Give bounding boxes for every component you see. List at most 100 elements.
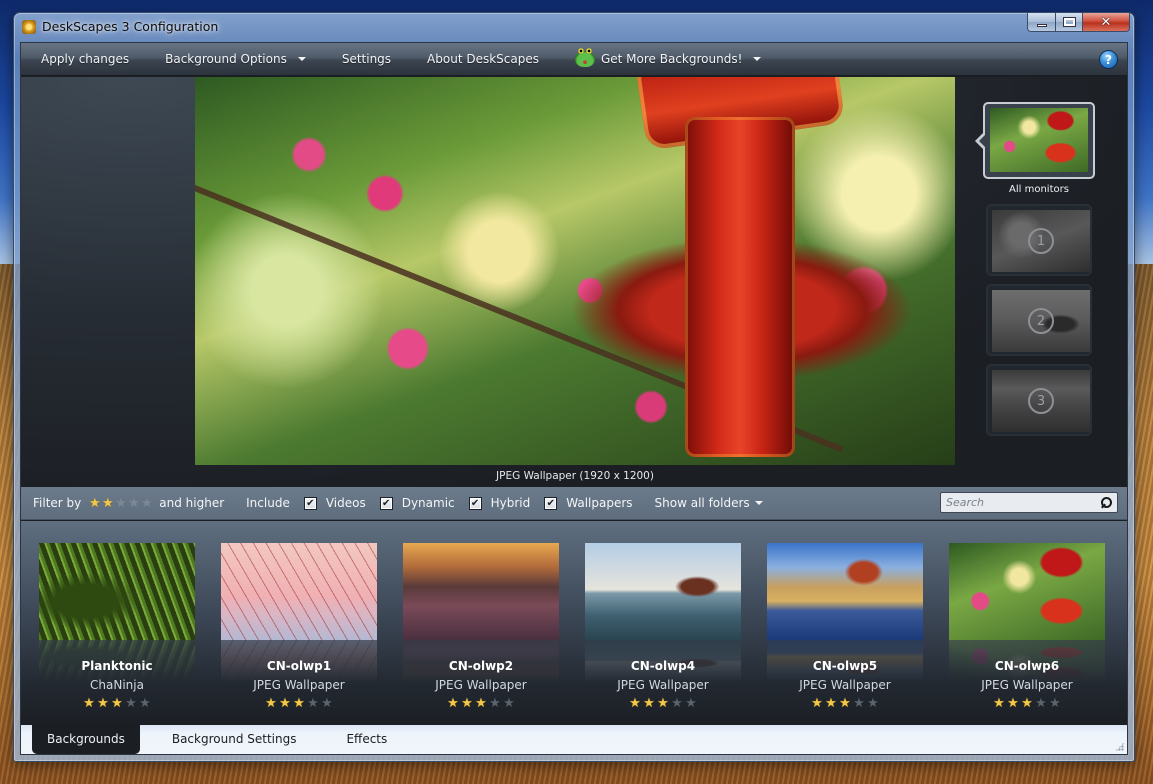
frog-icon <box>574 48 595 67</box>
checkbox-check-icon[interactable]: ✔ <box>468 496 482 510</box>
search-icon[interactable] <box>1101 497 1112 508</box>
preview-firecracker-decoration <box>685 117 795 457</box>
star-icon[interactable]: ★ <box>656 697 670 710</box>
hybrid-checkbox[interactable]: ✔ Hybrid <box>468 496 530 510</box>
wallpapers-checkbox[interactable]: ✔ Wallpapers <box>544 496 633 510</box>
star-icon[interactable]: ★ <box>446 697 460 710</box>
tab-background-settings[interactable]: Background Settings <box>154 724 315 754</box>
star-icon[interactable]: ★ <box>124 697 138 710</box>
star-icon[interactable]: ★ <box>320 697 334 710</box>
search-input[interactable] <box>946 496 1101 509</box>
menubar: Apply changes Background Options Setting… <box>21 43 1127 76</box>
help-button[interactable]: ? <box>1099 50 1118 69</box>
client-area: Apply changes Background Options Setting… <box>20 42 1128 755</box>
menu-settings[interactable]: Settings <box>324 43 409 76</box>
star-icon[interactable]: ★ <box>82 697 96 710</box>
star-icon[interactable]: ★ <box>642 697 656 710</box>
folders-label: Show all folders <box>654 496 750 510</box>
checkbox-check-icon[interactable]: ✔ <box>303 496 317 510</box>
star-icon[interactable]: ★ <box>264 697 278 710</box>
background-thumbnail <box>39 543 195 640</box>
background-rating[interactable]: ★ ★ ★ ★ ★ <box>949 697 1105 710</box>
maximize-button[interactable] <box>1056 13 1083 32</box>
star-icon[interactable]: ★ <box>1020 697 1034 710</box>
star-icon[interactable]: ★ <box>502 697 516 710</box>
menu-about-deskscapes[interactable]: About DeskScapes <box>409 43 557 76</box>
minimize-button[interactable] <box>1027 13 1056 32</box>
app-window: DeskScapes 3 Configuration ✕ Apply chang… <box>13 12 1135 762</box>
star-icon[interactable]: ★ <box>684 697 698 710</box>
minimize-icon <box>1036 23 1047 27</box>
star-icon[interactable]: ★ <box>1034 697 1048 710</box>
tab-backgrounds[interactable]: Backgrounds <box>32 724 140 754</box>
checkbox-check-icon[interactable]: ✔ <box>379 496 393 510</box>
star-icon[interactable]: ★ <box>460 697 474 710</box>
background-subtitle: JPEG Wallpaper <box>799 678 891 692</box>
star-icon[interactable]: ★ <box>1006 697 1020 710</box>
monitor-all-thumbnail <box>990 108 1088 172</box>
menu-label: Settings <box>341 52 392 66</box>
background-rating[interactable]: ★ ★ ★ ★ ★ <box>221 697 377 710</box>
star-icon[interactable]: ★ <box>127 497 140 510</box>
background-rating[interactable]: ★ ★ ★ ★ ★ <box>585 697 741 710</box>
background-card[interactable]: CN-olwp4 JPEG Wallpaper ★ ★ ★ ★ ★ <box>585 543 741 710</box>
bottom-tab-bar: Backgrounds Background Settings Effects <box>21 724 1127 754</box>
star-icon[interactable]: ★ <box>628 697 642 710</box>
background-card[interactable]: CN-olwp6 JPEG Wallpaper ★ ★ ★ ★ ★ <box>949 543 1105 710</box>
star-icon[interactable]: ★ <box>992 697 1006 710</box>
background-title: CN-olwp5 <box>812 659 878 673</box>
backgrounds-gallery: Planktonic ChaNinja ★ ★ ★ ★ ★ CN-olwp1 JPEG Wall… <box>21 521 1127 729</box>
star-icon[interactable]: ★ <box>306 697 320 710</box>
menu-background-options[interactable]: Background Options <box>147 43 324 76</box>
star-icon[interactable]: ★ <box>96 697 110 710</box>
star-icon[interactable]: ★ <box>292 697 306 710</box>
star-icon[interactable]: ★ <box>1048 697 1062 710</box>
star-icon[interactable]: ★ <box>88 497 101 510</box>
monitor-thumbnail: 2 <box>992 290 1090 352</box>
background-card[interactable]: CN-olwp1 JPEG Wallpaper ★ ★ ★ ★ ★ <box>221 543 377 710</box>
monitor-number-badge: 3 <box>1028 388 1054 414</box>
background-card[interactable]: Planktonic ChaNinja ★ ★ ★ ★ ★ <box>39 543 195 710</box>
menu-apply-changes[interactable]: Apply changes <box>21 43 147 76</box>
videos-checkbox[interactable]: ✔ Videos <box>303 496 366 510</box>
star-icon[interactable]: ★ <box>114 497 127 510</box>
tab-effects[interactable]: Effects <box>328 724 405 754</box>
star-icon[interactable]: ★ <box>810 697 824 710</box>
star-icon[interactable]: ★ <box>824 697 838 710</box>
chevron-down-icon <box>754 501 763 505</box>
monitor-number-badge: 2 <box>1028 308 1054 334</box>
background-rating[interactable]: ★ ★ ★ ★ ★ <box>39 697 195 710</box>
close-button[interactable]: ✕ <box>1083 13 1130 32</box>
star-icon[interactable]: ★ <box>101 497 114 510</box>
star-icon[interactable]: ★ <box>138 697 152 710</box>
star-icon[interactable]: ★ <box>838 697 852 710</box>
background-thumbnail <box>767 543 923 640</box>
monitor-2-button[interactable]: 2 <box>986 284 1092 356</box>
monitor-all-button[interactable] <box>975 102 1095 179</box>
show-all-folders-dropdown[interactable]: Show all folders <box>655 496 763 510</box>
monitor-all-label: All monitors <box>1009 184 1069 195</box>
star-icon[interactable]: ★ <box>110 697 124 710</box>
window-title: DeskScapes 3 Configuration <box>42 19 219 34</box>
background-rating[interactable]: ★ ★ ★ ★ ★ <box>767 697 923 710</box>
checkbox-check-icon[interactable]: ✔ <box>544 496 558 510</box>
monitor-3-button[interactable]: 3 <box>986 364 1092 436</box>
tab-label: Background Settings <box>171 732 297 746</box>
star-icon[interactable]: ★ <box>866 697 880 710</box>
resize-grip[interactable] <box>1115 742 1124 751</box>
star-icon[interactable]: ★ <box>278 697 292 710</box>
star-icon[interactable]: ★ <box>852 697 866 710</box>
preview-caption: JPEG Wallpaper (1920 x 1200) <box>496 470 654 482</box>
star-icon[interactable]: ★ <box>488 697 502 710</box>
star-icon[interactable]: ★ <box>140 497 153 510</box>
filter-rating-stars[interactable]: ★ ★ ★ ★ ★ <box>88 497 153 510</box>
dynamic-checkbox[interactable]: ✔ Dynamic <box>379 496 455 510</box>
star-icon[interactable]: ★ <box>670 697 684 710</box>
monitor-1-button[interactable]: 1 <box>986 204 1092 276</box>
title-bar[interactable]: DeskScapes 3 Configuration ✕ <box>14 13 1134 41</box>
background-card[interactable]: CN-olwp5 JPEG Wallpaper ★ ★ ★ ★ ★ <box>767 543 923 710</box>
background-rating[interactable]: ★ ★ ★ ★ ★ <box>403 697 559 710</box>
star-icon[interactable]: ★ <box>474 697 488 710</box>
menu-get-more-backgrounds[interactable]: Get More Backgrounds! <box>557 43 779 76</box>
background-card[interactable]: CN-olwp2 JPEG Wallpaper ★ ★ ★ ★ ★ <box>403 543 559 710</box>
